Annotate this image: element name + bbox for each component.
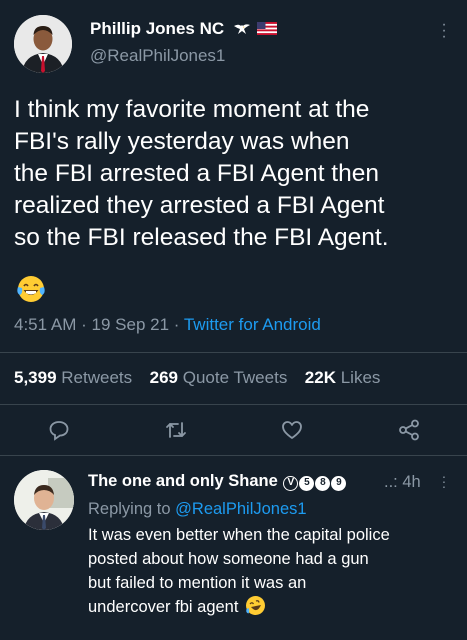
reply-text-line: posted about how someone had a gun [88,550,369,568]
tweet-meta: 4:51 AM · 19 Sep 21 · Twitter for Androi… [14,315,321,335]
tweet-text-line: the FBI arrested a FBI Agent then [14,160,379,187]
quote-tweets-count: 269 [149,368,178,387]
reply-time: 4h [402,473,421,491]
reply-author-name[interactable]: The one and only Shane V589 [88,472,347,491]
like-icon[interactable] [280,418,304,442]
laughing-crying-emoji [16,274,46,304]
tweet-text-line: so the FBI released the FBI Agent. [14,224,389,251]
meta-separator: · [81,315,87,334]
reply-author-name-text[interactable]: The one and only Shane [88,472,278,490]
tweet-text-line: realized they arrested a FBI Agent [14,192,385,219]
number-badge-icon: 5 [299,476,315,491]
author-name-text[interactable]: Phillip Jones NC [90,19,224,38]
tweet-client-link[interactable]: Twitter for Android [184,315,321,334]
reply-text-line: It was even better when the capital poli… [88,526,390,544]
divider [0,352,467,353]
share-icon[interactable] [397,418,421,442]
reply-more-options-icon[interactable]: · · · [438,469,450,493]
tweet-date: 19 Sep 21 [91,315,170,334]
author-handle[interactable]: @RealPhilJones1 [90,46,225,66]
us-flag-icon [256,20,277,40]
retweets-count: 5,399 [14,368,57,387]
replying-to-handle[interactable]: @RealPhilJones1 [175,500,306,518]
reply-time-group: ..: 4h [384,473,421,492]
v-badge-icon: V [283,476,299,491]
author-avatar[interactable] [14,15,72,73]
quote-tweets-stat[interactable]: 269 Quote Tweets [150,368,292,387]
number-badge-icon: 9 [331,476,347,491]
divider [0,455,467,456]
number-badge-icon: 8 [315,476,331,491]
tweet-stats: 5,399 Retweets 269 Quote Tweets 22K Like… [14,368,380,388]
rofl-emoji [245,595,266,623]
replying-to: Replying to @RealPhilJones1 [88,500,307,519]
reply-text: It was even better when the capital poli… [88,523,463,623]
quote-tweets-label: Quote Tweets [182,368,288,387]
divider [0,404,467,405]
tweet-text-line: FBI's rally yesterday was when [14,128,350,155]
reply-name-truncation: ..: [384,473,398,491]
meta-separator: · [173,315,180,334]
retweets-label: Retweets [61,368,133,387]
reply-author-avatar[interactable] [14,470,74,530]
retweet-icon[interactable] [164,418,188,442]
replying-to-prefix: Replying to [88,500,171,518]
author-name[interactable]: Phillip Jones NC [90,19,277,41]
eagle-icon [233,21,251,41]
tweet-text-line: I think my favorite moment at the [14,96,370,123]
reply-text-line: undercover fbi agent [88,595,463,623]
likes-stat[interactable]: 22K Likes [305,368,381,387]
tweet-text: I think my favorite moment at the FBI's … [14,94,459,254]
tweet-time: 4:51 AM [14,315,77,334]
retweets-stat[interactable]: 5,399 Retweets [14,368,137,387]
reply-text-line-content: undercover fbi agent [88,598,239,616]
likes-count: 22K [304,368,336,387]
more-options-icon[interactable]: · · · [438,17,450,45]
reply-text-line: but failed to mention it was an [88,574,307,592]
reply-icon[interactable] [47,418,71,442]
likes-label: Likes [340,368,381,387]
